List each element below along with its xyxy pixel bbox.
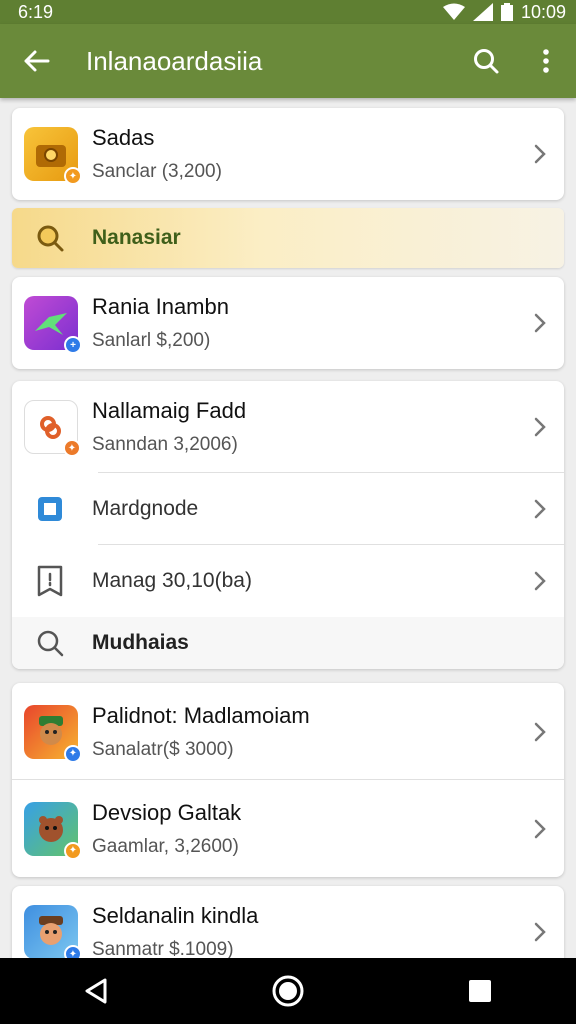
badge-icon: ✦ xyxy=(64,841,82,860)
list-card: ✦ Palidnot: Madlamoiam Sanalatr($ 3000) … xyxy=(12,683,564,877)
item-title: Sadas xyxy=(92,125,155,150)
item-subtitle: Sanlarl $,200) xyxy=(92,330,211,351)
list-card: ✦ Seldanalin kindla Sanmatr $.1009) xyxy=(12,886,564,958)
list-item[interactable]: ✦ Devsiop Galtak Gaamlar, 3,2600) xyxy=(12,780,564,877)
app-icon: ✦ xyxy=(24,704,82,763)
page-title: Inlanaoardasiia xyxy=(86,45,263,76)
badge-icon: + xyxy=(64,336,82,354)
search-icon xyxy=(474,49,499,74)
signal-icon xyxy=(472,3,493,21)
chevron-right-icon xyxy=(516,921,564,943)
item-subtitle: Sanclar (3,200) xyxy=(92,161,222,182)
list-card: ✦ Sadas Sanclar (3,200) xyxy=(12,108,564,200)
knot-icon xyxy=(40,416,61,439)
menu-row-label: Mudhaias xyxy=(92,631,189,654)
list-card: + Rania Inambn Sanlarl $,200) xyxy=(12,277,564,369)
chevron-right-icon xyxy=(516,570,564,592)
item-subtitle: Sanalatr($ 3000) xyxy=(92,738,234,760)
wifi-icon xyxy=(442,3,465,20)
search-button[interactable] xyxy=(456,24,516,98)
search-icon xyxy=(32,625,68,661)
more-vert-icon xyxy=(543,49,549,73)
arrow-left-icon xyxy=(24,50,50,72)
back-button[interactable] xyxy=(0,24,72,98)
badge-icon: ✦ xyxy=(63,439,81,457)
app-icon: ✦ xyxy=(24,400,81,457)
triangle-back-icon xyxy=(85,978,107,1004)
list-card: ✦ Nallamaig Fadd Sanndan 3,2006) Mardgno… xyxy=(12,381,564,669)
item-title: Palidnot: Madlamoiam xyxy=(92,702,310,728)
chevron-right-icon xyxy=(516,498,564,520)
app-icon: ✦ xyxy=(24,127,82,185)
list-item[interactable]: ✦ Nallamaig Fadd Sanndan 3,2006) xyxy=(12,381,564,473)
list-item[interactable]: ✦ Palidnot: Madlamoiam Sanalatr($ 3000) xyxy=(12,683,564,780)
menu-row-label: Manag 30,10(ba) xyxy=(92,569,252,592)
chevron-right-icon xyxy=(516,721,564,743)
chevron-right-icon xyxy=(516,818,564,840)
nav-recent-button[interactable] xyxy=(435,958,525,1024)
status-clock: 10:09 xyxy=(520,1,566,22)
status-icons: 10:09 xyxy=(442,1,566,23)
square-recent-icon xyxy=(469,980,491,1002)
badge-icon: ✦ xyxy=(64,744,82,763)
search-icon xyxy=(32,220,68,256)
menu-row-manag[interactable]: Manag 30,10(ba) xyxy=(12,545,564,617)
item-subtitle: Sanmatr $.1009) xyxy=(92,939,234,958)
circle-home-icon xyxy=(272,975,304,1007)
menu-row-mardgnode[interactable]: Mardgnode xyxy=(12,473,564,545)
item-title: Devsiop Galtak xyxy=(92,799,242,825)
item-title: Seldanalin kindla xyxy=(92,903,259,928)
item-subtitle: Sanndan 3,2006) xyxy=(92,434,238,455)
nav-back-button[interactable] xyxy=(51,958,141,1024)
system-nav-bar xyxy=(0,958,576,1024)
creature-icon xyxy=(39,815,63,842)
badge-icon: ✦ xyxy=(64,167,82,185)
highlight-search-row[interactable]: Nanasiar xyxy=(12,208,564,268)
highlight-label: Nanasiar xyxy=(92,226,181,249)
chevron-right-icon xyxy=(516,416,564,438)
bird-icon xyxy=(35,313,67,335)
badge-icon: ✦ xyxy=(64,945,82,958)
status-bar: 6:19 10:09 xyxy=(0,0,576,24)
list-item[interactable]: ✦ Seldanalin kindla Sanmatr $.1009) xyxy=(12,886,564,958)
app-icon: ✦ xyxy=(24,905,82,958)
list-item[interactable]: + Rania Inambn Sanlarl $,200) xyxy=(12,277,564,369)
battery-icon xyxy=(500,3,513,21)
overflow-menu-button[interactable] xyxy=(516,24,576,98)
chest-icon xyxy=(36,145,66,167)
item-subtitle: Gaamlar, 3,2600) xyxy=(92,835,239,857)
chevron-right-icon xyxy=(516,312,564,334)
list-item[interactable]: ✦ Sadas Sanclar (3,200) xyxy=(12,108,564,200)
content-list: ✦ Sadas Sanclar (3,200) Nanasiar + Rania… xyxy=(0,98,576,958)
square-blue-icon xyxy=(32,491,68,527)
character-icon xyxy=(39,916,63,945)
app-icon: + xyxy=(24,296,82,354)
menu-row-mudhaias[interactable]: Mudhaias xyxy=(12,617,564,669)
character-icon xyxy=(39,715,63,745)
item-title: Rania Inambn xyxy=(92,294,229,319)
nav-home-button[interactable] xyxy=(243,958,333,1024)
app-bar: Inlanaoardasiia xyxy=(0,24,576,98)
chevron-right-icon xyxy=(516,143,564,165)
status-time: 6:19 xyxy=(18,1,54,22)
item-title: Nallamaig Fadd xyxy=(92,398,247,423)
app-icon: ✦ xyxy=(24,801,82,860)
menu-row-label: Mardgnode xyxy=(92,497,199,520)
receipt-icon xyxy=(32,563,68,599)
